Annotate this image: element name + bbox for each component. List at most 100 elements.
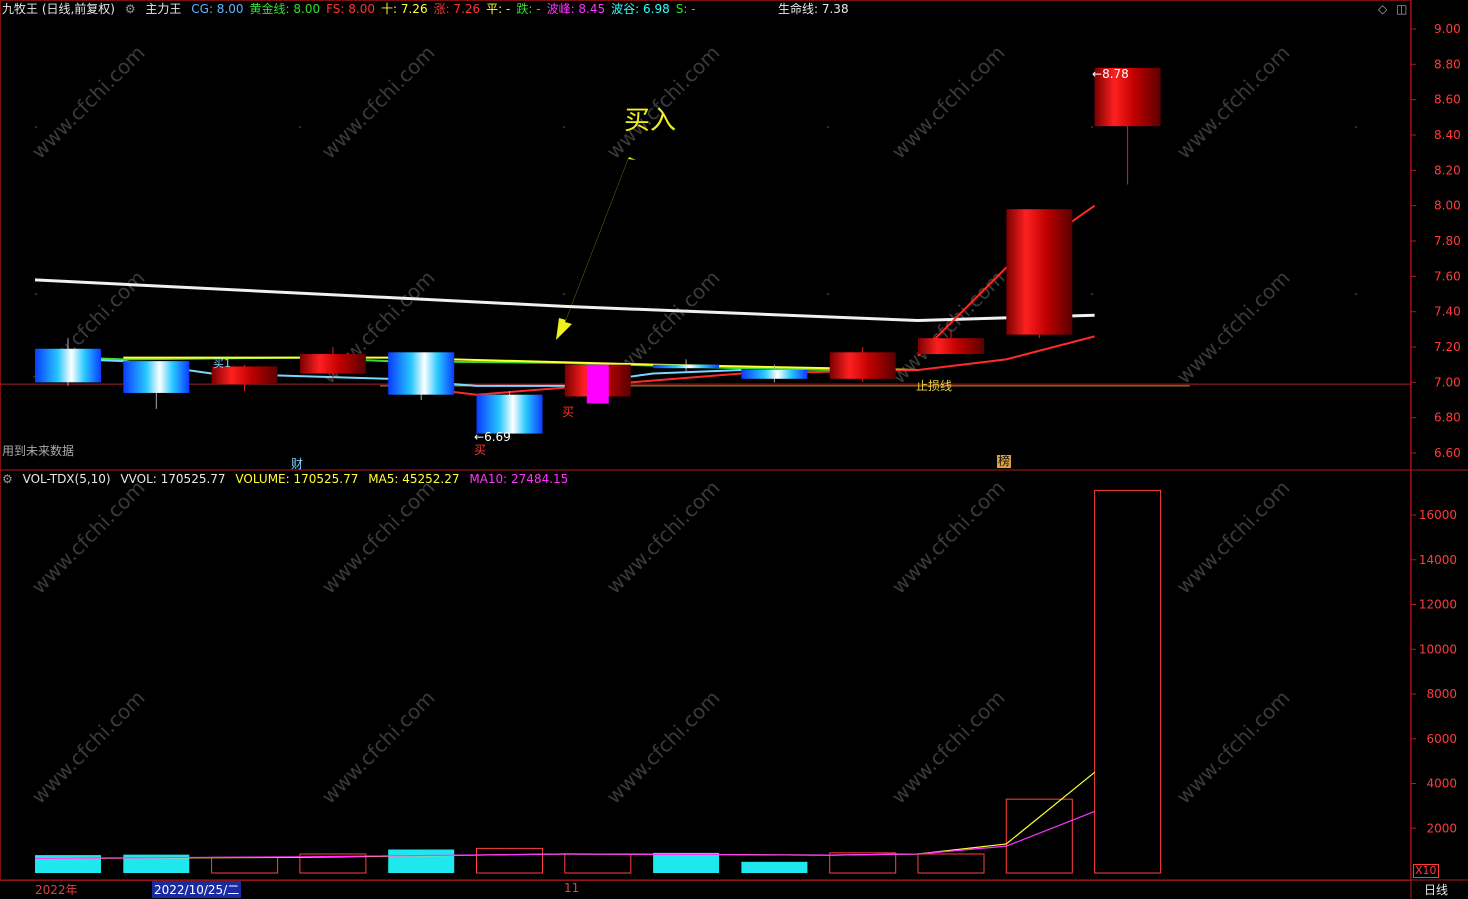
indicator-values: CG: 8.00 黄金线: 8.00 FS: 8.00 十: 7.26 涨: 7.26 平… (191, 2, 701, 16)
indicator-item: 波峰: 8.45 (546, 2, 606, 16)
volume-bars[interactable] (35, 489, 1162, 874)
volume-indicator-name[interactable]: VOL-TDX(5,10) (23, 472, 111, 486)
ma10-value: MA10: 27484.15 (469, 472, 569, 486)
indicator-item: 波谷: 6.98 (611, 2, 670, 16)
volume-value: VOLUME: 170525.77 (235, 472, 359, 486)
vvol-value: VVOL: 170525.77 (120, 472, 226, 486)
indicator-item: 跌: - (516, 2, 541, 16)
candle[interactable] (829, 347, 896, 383)
low-price-label: ←6.69 (474, 430, 511, 444)
price-tick-label: 8.40 (1434, 128, 1461, 142)
candle[interactable] (1006, 209, 1073, 339)
indicator-item: 黄金线: 8.00 (249, 2, 321, 16)
watermark-text: www.cfchi.com (1172, 476, 1295, 599)
price-tick-label: 6.80 (1434, 411, 1461, 425)
volume-bar[interactable] (211, 856, 279, 874)
price-tick-label: 6.60 (1434, 446, 1461, 460)
finance-marker[interactable]: 财 (291, 455, 303, 472)
grid-dots (35, 126, 1357, 295)
high-price-label: ←8.78 (1092, 67, 1129, 81)
price-tick-label: 8.60 (1434, 93, 1461, 107)
volume-header: ⚙ VOL-TDX(5,10) VVOL: 170525.77 VOLUME: … (2, 471, 574, 487)
watermark-text: www.cfchi.com (317, 41, 440, 164)
volume-tick-label: 10000 (1419, 642, 1457, 656)
candle-body[interactable] (918, 338, 984, 355)
volume-multiplier: X10 (1413, 864, 1439, 878)
indicator-item: CG: 8.00 (191, 2, 244, 16)
candle[interactable] (1094, 67, 1161, 185)
watermark-text: www.cfchi.com (887, 686, 1010, 809)
candle-body[interactable] (476, 394, 543, 434)
candle-body[interactable] (653, 364, 720, 369)
volume-bar[interactable] (917, 853, 985, 874)
candle-body[interactable] (388, 352, 455, 395)
watermark-text: www.cfchi.com (887, 476, 1010, 599)
watermark-text: www.cfchi.com (317, 476, 440, 599)
volume-tick-label: 12000 (1419, 598, 1457, 612)
volume-axis: 16000 14000 12000 10000 8000 6000 4000 2000 (1411, 508, 1457, 835)
volume-tick-label: 2000 (1426, 821, 1457, 835)
grid-dot (1091, 293, 1093, 295)
indicator-name[interactable]: 主力王 (145, 2, 181, 16)
volume-bar[interactable] (829, 852, 897, 874)
watermark-text: www.cfchi.com (602, 476, 725, 599)
indicator-item: 平: - (486, 2, 511, 16)
series-line-生命线 (34, 278, 1095, 323)
candle-body[interactable] (741, 369, 808, 379)
window-toggle-icon[interactable]: ◫ (1396, 2, 1407, 16)
watermark-text: www.cfchi.com (602, 686, 725, 809)
volume-bar[interactable] (388, 849, 455, 873)
candle-body[interactable] (299, 354, 366, 374)
candle[interactable] (123, 361, 190, 409)
indicator-item: S: - (675, 2, 696, 16)
buy-signal-label: 买 (562, 405, 575, 419)
volume-bar[interactable] (1094, 489, 1162, 874)
grid-dot (35, 293, 37, 295)
lifeline-value: 生命线: 7.38 (778, 2, 849, 16)
volume-bar[interactable] (564, 853, 632, 874)
candlesticks[interactable] (35, 67, 1161, 438)
chart-canvas[interactable]: www.cfchi.com www.cfchi.com www.cfchi.com w… (0, 0, 1468, 899)
watermark-text: www.cfchi.com (887, 41, 1010, 164)
watermark-text: www.cfchi.com (1172, 686, 1295, 809)
watermark-text: www.cfchi.com (27, 476, 150, 599)
volume-ma-lines (34, 771, 1095, 860)
price-axis: 9.00 8.80 8.60 8.40 8.20 8.00 7.80 7.60 7.40 7.20… (1411, 22, 1461, 460)
grid-dot (299, 126, 301, 128)
gear-icon[interactable]: ⚙ (125, 2, 136, 16)
candle[interactable] (35, 338, 101, 386)
candle[interactable] (653, 359, 720, 372)
buy-signal-bar[interactable] (586, 364, 609, 404)
indicator-item: FS: 8.00 (326, 2, 375, 16)
x-label-year: 2022年 (35, 883, 78, 897)
watermark-text: www.cfchi.com (27, 686, 150, 809)
price-reference-lines (0, 383, 1411, 387)
candle[interactable] (388, 352, 455, 400)
buy-arrow (556, 157, 636, 340)
candle-body[interactable] (1006, 209, 1073, 335)
watermark-layer: www.cfchi.com www.cfchi.com www.cfchi.com w… (27, 41, 1295, 809)
volume-bar[interactable] (653, 852, 720, 873)
diamond-icon[interactable]: ◇ (1378, 2, 1387, 16)
gear-icon[interactable]: ⚙ (2, 472, 13, 486)
indicator-item: 涨: 7.26 (433, 2, 481, 16)
volume-tick-label: 8000 (1426, 687, 1457, 701)
price-tick-label: 7.20 (1434, 340, 1461, 354)
watermark-text: www.cfchi.com (27, 41, 150, 164)
x-label-date[interactable]: 2022/10/25/二 (152, 881, 242, 898)
main-header: 九牧王 (日线,前复权) ⚙ 主力王 CG: 8.00 黄金线: 8.00 FS: … (2, 1, 708, 17)
candle-body[interactable] (123, 361, 190, 393)
volume-bar[interactable] (476, 847, 543, 874)
volume-tick-label: 6000 (1426, 732, 1457, 746)
stock-title[interactable]: 九牧王 (日线,前复权) (2, 2, 115, 16)
price-tick-label: 7.60 (1434, 269, 1461, 283)
grid-dot (827, 293, 829, 295)
candle-body[interactable] (35, 348, 101, 383)
period-label[interactable]: 日线 (1424, 881, 1448, 898)
indicator-item: 十: 7.26 (381, 2, 428, 16)
high-price-value: 8.78 (1102, 67, 1129, 81)
rank-marker[interactable]: 榜 (997, 455, 1012, 468)
volume-tick-label: 16000 (1419, 508, 1457, 522)
volume-bar[interactable] (741, 861, 808, 873)
candle-body[interactable] (829, 352, 896, 379)
